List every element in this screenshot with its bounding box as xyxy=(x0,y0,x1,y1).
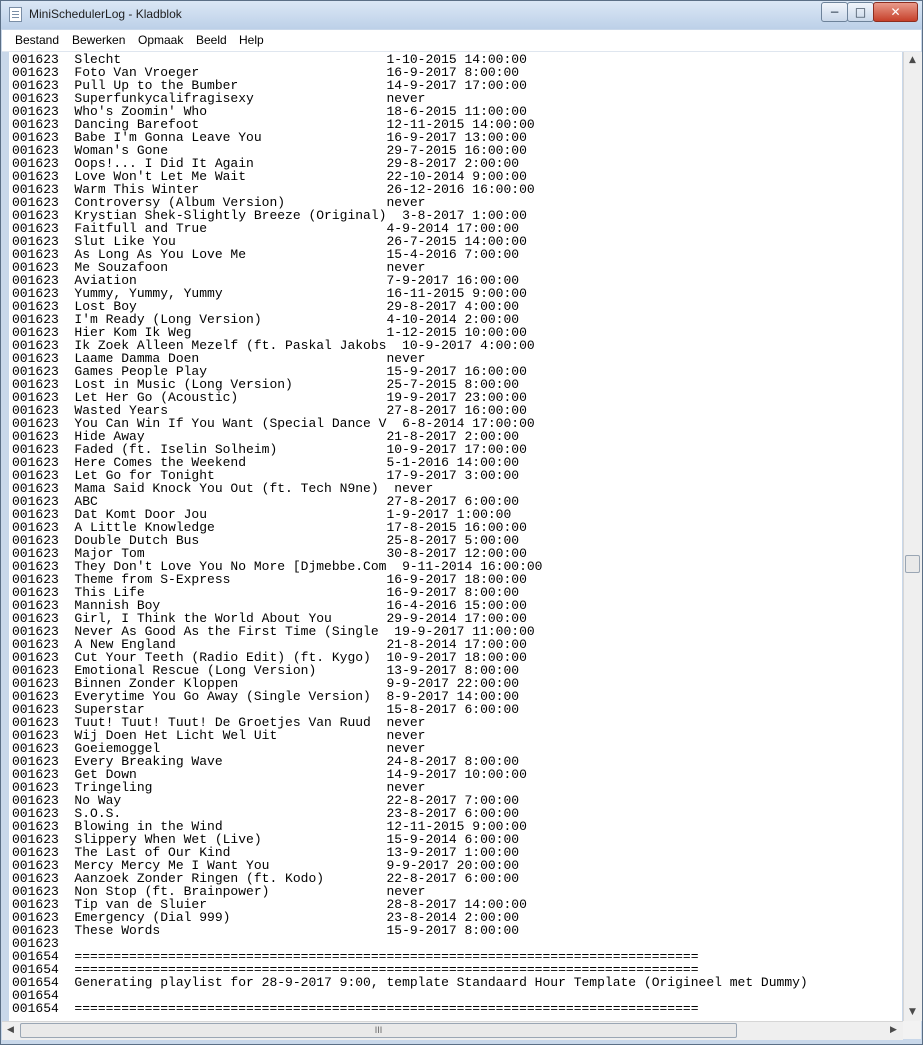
log-line: 001623 These Words 15-9-2017 8:00:00 xyxy=(12,923,520,938)
editor-text: 001623 Slecht 1-10-2015 14:00:00 001623 F… xyxy=(12,53,808,1015)
menu-bar: Bestand Bewerken Opmaak Beeld Help xyxy=(2,30,921,52)
vertical-scroll-thumb[interactable] xyxy=(905,555,920,573)
text-editor[interactable]: 001623 Slecht 1-10-2015 14:00:00 001623 F… xyxy=(9,52,902,1021)
log-line: 001654 =================================… xyxy=(12,1001,699,1016)
horizontal-scroll-thumb[interactable]: III xyxy=(20,1023,737,1038)
maximize-button[interactable]: □ xyxy=(847,2,874,22)
minimize-button[interactable]: − xyxy=(821,2,848,22)
menu-help[interactable]: Help xyxy=(239,33,264,47)
title-bar[interactable]: MiniSchedulerLog - Kladblok − □ ✕ xyxy=(1,1,922,29)
menu-beeld[interactable]: Beeld xyxy=(196,33,227,47)
notepad-icon xyxy=(9,7,22,22)
scroll-right-arrow-icon[interactable]: ▶ xyxy=(885,1022,902,1039)
horizontal-scrollbar[interactable]: ◀ III ▶ xyxy=(2,1021,903,1040)
window-title: MiniSchedulerLog - Kladblok xyxy=(29,7,182,21)
vertical-scrollbar[interactable]: ▲ ▼ xyxy=(903,52,922,1021)
menu-opmaak[interactable]: Opmaak xyxy=(138,33,183,47)
menu-bestand[interactable]: Bestand xyxy=(15,33,59,47)
scroll-up-arrow-icon[interactable]: ▲ xyxy=(904,52,921,69)
notepad-window: MiniSchedulerLog - Kladblok − □ ✕ Bestan… xyxy=(0,0,923,1045)
menu-bewerken[interactable]: Bewerken xyxy=(72,33,125,47)
scroll-left-arrow-icon[interactable]: ◀ xyxy=(2,1022,19,1039)
scroll-down-arrow-icon[interactable]: ▼ xyxy=(904,1004,921,1021)
size-grip[interactable] xyxy=(903,1021,921,1039)
log-line: 001654 Generating playlist for 28-9-2017… xyxy=(12,975,808,990)
close-button[interactable]: ✕ xyxy=(873,2,918,22)
